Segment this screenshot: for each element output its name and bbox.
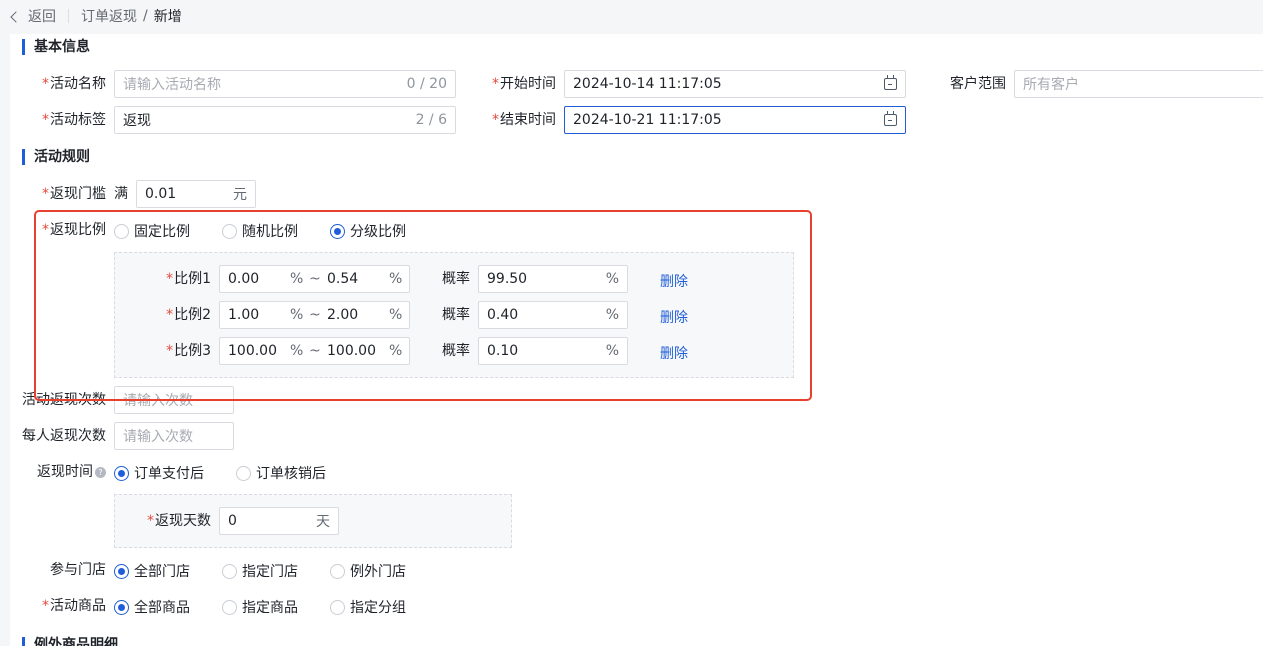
radio-icon	[222, 223, 237, 239]
total-times-input[interactable]: 请输入次数	[114, 386, 234, 414]
radio-icon	[222, 599, 237, 615]
radio-icon	[236, 465, 251, 481]
section-basic-title: 基本信息	[22, 39, 90, 55]
chevron-left-icon	[10, 10, 22, 23]
radio-fixed-ratio[interactable]: 固定比例	[114, 221, 190, 241]
end-time-label: *结束时间	[492, 112, 556, 128]
total-times-label: 活动返现次数	[22, 392, 106, 408]
tier-1-range-input[interactable]: 0.00 % ~ 0.54 %	[219, 265, 410, 293]
radio-excluded-stores[interactable]: 例外门店	[330, 561, 406, 581]
radio-specified-group[interactable]: 指定分组	[330, 597, 406, 617]
char-counter: 0 / 20	[406, 76, 447, 92]
radio-checked-icon	[114, 599, 129, 615]
tier-2-range-input[interactable]: 1.00 % ~ 2.00 %	[219, 301, 410, 329]
cashback-time-label: 返现时间?	[22, 459, 106, 485]
section-exception-title: 例外商品明细	[22, 637, 118, 646]
form-panel: 基本信息 *活动名称 请输入活动名称 0 / 20 *活动标签 返现 2 / 6…	[10, 34, 1263, 646]
radio-checked-icon	[114, 563, 129, 579]
cashback-days-label: *返现天数	[147, 513, 211, 529]
radio-checked-icon	[330, 223, 345, 239]
customer-scope-select[interactable]: 所有客户	[1014, 70, 1263, 98]
tier-3-delete-link[interactable]: 删除	[660, 343, 688, 363]
radio-icon	[330, 563, 345, 579]
tier-1-prob-label: 概率	[442, 271, 470, 287]
tier-2-delete-link[interactable]: 删除	[660, 307, 688, 327]
tier-2-prob-input[interactable]: 0.40 %	[478, 301, 628, 329]
tier-3-prob-label: 概率	[442, 343, 470, 359]
top-bar: 返回 订单返现 / 新增	[0, 0, 1263, 32]
calendar-icon	[884, 75, 897, 90]
tier-1-label: *比例1	[166, 271, 211, 287]
divider	[68, 9, 69, 23]
threshold-prefix: 满	[114, 186, 128, 202]
tier-1-prob-input[interactable]: 99.50 %	[478, 265, 628, 293]
radio-after-verification[interactable]: 订单核销后	[236, 463, 326, 483]
ratio-label: *返现比例	[42, 222, 106, 238]
radio-icon	[222, 563, 237, 579]
store-scope-label: 参与门店	[50, 562, 106, 578]
tier-1-delete-link[interactable]: 删除	[660, 271, 688, 291]
activity-name-label: *活动名称	[42, 76, 106, 92]
radio-specified-stores[interactable]: 指定门店	[222, 561, 298, 581]
tier-2-label: *比例2	[166, 307, 211, 323]
start-time-picker[interactable]: 2024-10-14 11:17:05	[564, 70, 906, 98]
radio-icon	[330, 599, 345, 615]
tier-3-prob-input[interactable]: 0.10 %	[478, 337, 628, 365]
char-counter: 2 / 6	[415, 112, 447, 128]
section-rules-title: 活动规则	[22, 149, 90, 165]
radio-all-goods[interactable]: 全部商品	[114, 597, 190, 617]
per-person-times-input[interactable]: 请输入次数	[114, 422, 234, 450]
breadcrumb-parent[interactable]: 订单返现	[81, 6, 137, 26]
goods-scope-label: *活动商品	[42, 598, 106, 614]
customer-scope-label: 客户范围	[950, 76, 1006, 92]
activity-name-input[interactable]: 请输入活动名称 0 / 20	[114, 70, 456, 98]
radio-random-ratio[interactable]: 随机比例	[222, 221, 298, 241]
threshold-label: *返现门槛	[42, 186, 106, 202]
radio-after-payment[interactable]: 订单支付后	[114, 463, 204, 483]
help-icon[interactable]: ?	[95, 467, 106, 478]
radio-icon	[114, 223, 129, 239]
radio-all-stores[interactable]: 全部门店	[114, 561, 190, 581]
breadcrumb-separator: /	[143, 8, 148, 24]
tier-3-range-input[interactable]: 100.00 % ~ 100.00 %	[219, 337, 410, 365]
radio-tiered-ratio[interactable]: 分级比例	[330, 221, 406, 241]
radio-checked-icon	[114, 465, 129, 481]
back-label: 返回	[28, 9, 56, 25]
breadcrumb-current: 新增	[153, 9, 182, 25]
start-time-label: *开始时间	[492, 76, 556, 92]
tier-2-prob-label: 概率	[442, 307, 470, 323]
cashback-days-input[interactable]: 0 天	[219, 507, 339, 535]
activity-tag-input[interactable]: 返现 2 / 6	[114, 106, 456, 134]
end-time-picker[interactable]: 2024-10-21 11:17:05	[564, 106, 906, 134]
calendar-icon	[884, 111, 897, 126]
tier-3-label: *比例3	[166, 343, 211, 359]
radio-specified-goods[interactable]: 指定商品	[222, 597, 298, 617]
per-person-times-label: 每人返现次数	[22, 428, 106, 444]
activity-tag-label: *活动标签	[42, 112, 106, 128]
threshold-input[interactable]: 0.01 元	[136, 180, 256, 208]
back-button[interactable]: 返回	[10, 6, 56, 26]
